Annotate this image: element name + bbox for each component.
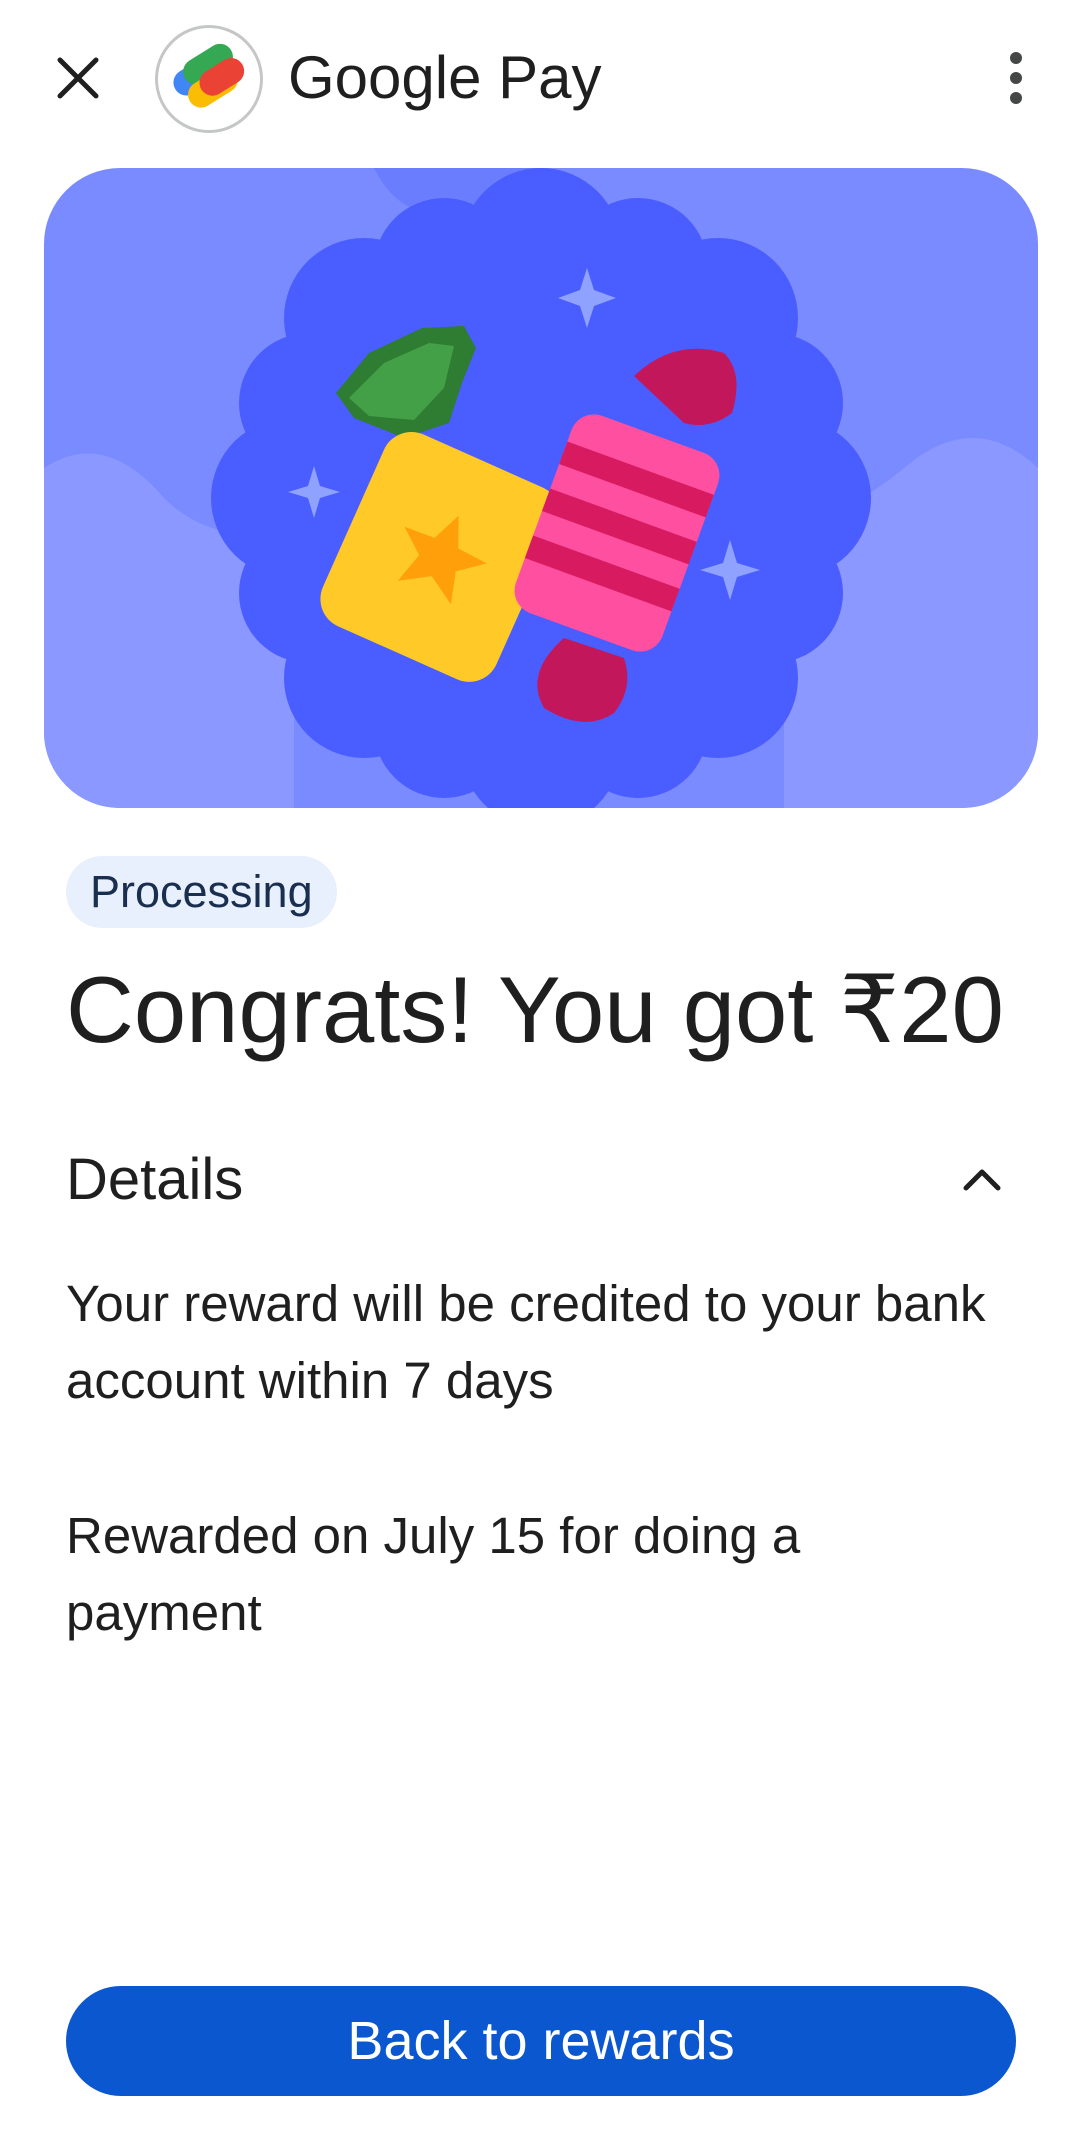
details-title: Details: [66, 1147, 244, 1212]
detail-credit-info: Your reward will be credited to your ban…: [66, 1275, 986, 1409]
close-icon: [57, 57, 99, 99]
status-badge: Processing: [66, 856, 337, 928]
details-section-toggle[interactable]: Details: [66, 1140, 1016, 1220]
more-vert-icon: [1010, 52, 1022, 104]
candy-illustration: [44, 168, 1038, 808]
google-pay-logo: [155, 25, 263, 133]
more-options-button[interactable]: [978, 40, 1054, 116]
google-pay-logo-icon: [173, 43, 245, 108]
reward-headline: Congrats! You got ₹20: [66, 957, 1004, 1062]
detail-reward-reason: Rewarded on July 15 for doing a payment: [66, 1507, 801, 1641]
chevron-up-icon: [963, 1169, 1001, 1191]
app-title: Google Pay: [288, 44, 602, 111]
back-to-rewards-button[interactable]: Back to rewards: [66, 1986, 1016, 2096]
top-app-bar: Google Pay: [0, 0, 1080, 160]
close-button[interactable]: [40, 40, 116, 116]
reward-hero-illustration: [44, 168, 1038, 808]
